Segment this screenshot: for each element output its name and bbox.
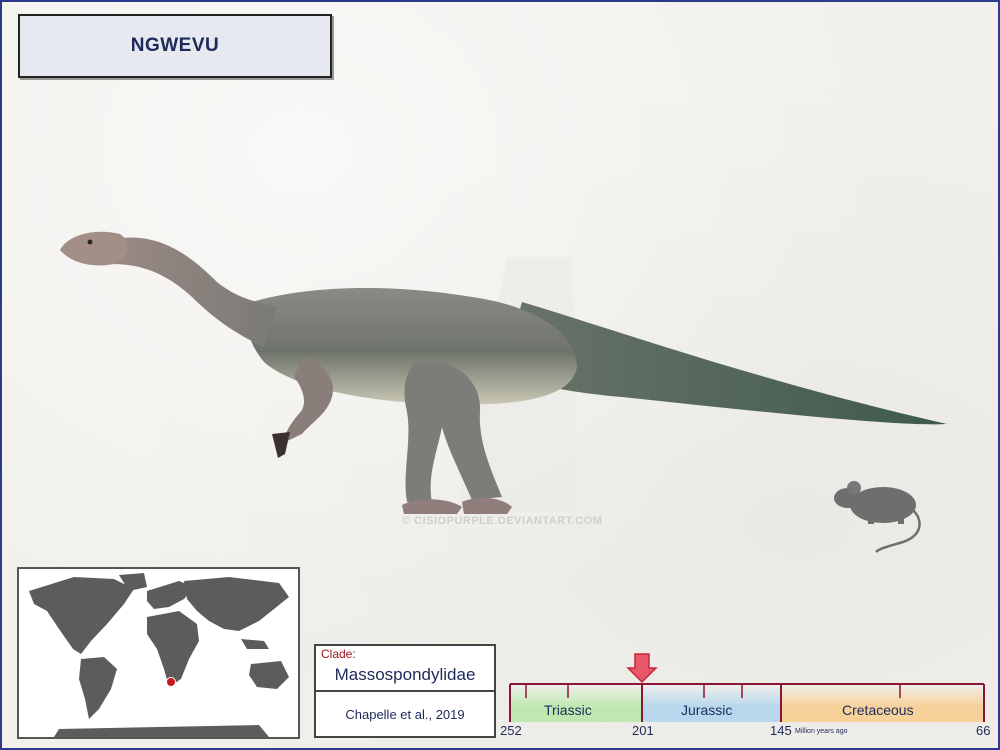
tick-label-201: 201 bbox=[632, 723, 654, 738]
arrow-down-icon bbox=[626, 653, 658, 684]
timeline-unit: Million years ago bbox=[795, 728, 848, 735]
dinosaur-head bbox=[60, 231, 128, 266]
clade-box: Clade: Massospondylidae Chapelle et al.,… bbox=[314, 644, 496, 738]
period-label-cretaceous: Cretaceous bbox=[842, 702, 914, 718]
timeline-axis bbox=[509, 653, 985, 722]
range-map bbox=[17, 567, 300, 739]
mouse-silhouette bbox=[834, 481, 921, 553]
location-dot bbox=[166, 677, 176, 687]
tick-label-252: 252 bbox=[500, 723, 522, 738]
clade-name: Massospondylidae bbox=[334, 665, 476, 684]
period-label-jurassic: Jurassic bbox=[681, 702, 733, 718]
geologic-timeline: Triassic Jurassic Cretaceous 252 201 145… bbox=[500, 652, 998, 748]
clade-section: Clade: Massospondylidae bbox=[316, 646, 494, 692]
period-label-triassic: Triassic bbox=[544, 702, 592, 718]
clade-label: Clade: bbox=[321, 647, 356, 661]
citation: Chapelle et al., 2019 bbox=[345, 707, 465, 722]
watermark-text: © CISIOPURPLE.DEVIANTART.COM bbox=[402, 515, 603, 527]
dinosaur-neck bbox=[102, 237, 277, 347]
page-frame: NGWEVU © CISIOPURPLE.DEVIANTART.COM Clad… bbox=[0, 0, 1000, 750]
world-map bbox=[19, 569, 298, 737]
tick-label-66: 66 bbox=[976, 723, 991, 738]
tick-label-145: 145 bbox=[770, 723, 792, 738]
